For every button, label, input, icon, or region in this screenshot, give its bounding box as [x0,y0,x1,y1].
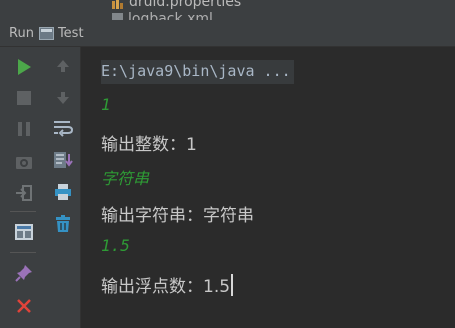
play-icon[interactable] [13,56,35,78]
console-output-line: 输出字符串：字符串 [101,206,254,226]
layout-icon[interactable] [13,221,35,243]
console-output-text: 输出浮点数：1.5 [101,277,231,297]
text-caret [231,274,234,296]
console-output-line: 输出整数：1 [101,135,197,155]
camera-icon[interactable] [13,151,35,173]
soft-wrap-icon[interactable] [52,117,74,139]
tree-item-druid-properties[interactable]: druid.properties [112,0,241,10]
toolbar-separator [10,211,36,212]
close-icon[interactable] [13,295,35,317]
pin-icon[interactable] [13,262,35,284]
tree-item-label: logback.xml [128,11,213,20]
console-input-line: 字符串 [101,169,150,188]
xml-file-icon [112,13,123,20]
run-tab-header: Run Test [0,20,455,47]
pause-icon[interactable] [13,118,35,140]
console-input-line: 1 [101,95,111,114]
tab-test[interactable]: Test [58,26,84,41]
tree-item-logback-xml[interactable]: logback.xml [112,11,213,20]
toolbar-separator [10,252,36,253]
run-tool-window: druid.properties logback.xml Run Test E:… [0,0,455,328]
exit-icon[interactable] [13,182,35,204]
console-output[interactable]: E:\java9\bin\java ... 1 输出整数：1 字符串 输出字符串… [81,47,455,328]
run-label: Run [9,25,34,41]
run-toolbar-primary [0,47,48,328]
console-command-line[interactable]: E:\java9\bin\java ... [101,60,294,84]
run-toolbar-secondary [48,47,81,328]
print-icon[interactable] [52,181,74,203]
arrow-up-icon[interactable] [52,55,74,77]
project-tree-strip: druid.properties logback.xml [0,0,455,20]
console-output-line-last: 输出浮点数：1.5 [101,272,234,298]
console-input-line: 1.5 [101,236,130,255]
tree-item-label: druid.properties [129,0,242,10]
properties-file-icon [112,0,124,9]
scroll-to-end-icon[interactable] [52,149,74,171]
console-tab-icon [38,26,54,40]
trash-icon[interactable] [52,213,74,235]
stop-icon[interactable] [13,87,35,109]
arrow-down-icon[interactable] [52,87,74,109]
